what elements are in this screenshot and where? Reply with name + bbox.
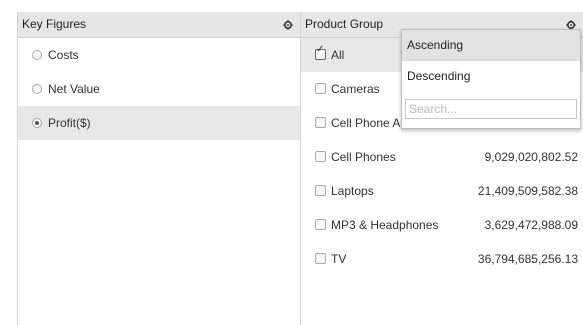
checkbox[interactable] bbox=[315, 83, 326, 94]
checkbox-checked[interactable] bbox=[315, 40, 326, 60]
checkbox[interactable] bbox=[315, 219, 326, 230]
checkbox[interactable] bbox=[315, 185, 326, 196]
checkbox[interactable] bbox=[315, 117, 326, 128]
product-item-tv[interactable]: TV 36,794,685,256.13 bbox=[301, 242, 583, 276]
radio-button[interactable] bbox=[32, 84, 42, 94]
key-figures-header: Key Figures bbox=[18, 12, 300, 38]
option-label: Profit($) bbox=[48, 116, 91, 130]
item-label: TV bbox=[331, 252, 347, 266]
product-item-mp3-headphones[interactable]: MP3 & Headphones 3,629,472,988.09 bbox=[301, 208, 583, 242]
search-input[interactable] bbox=[405, 99, 577, 119]
item-label: Cell Phones bbox=[331, 150, 396, 164]
item-label: Laptops bbox=[331, 184, 374, 198]
checkbox[interactable] bbox=[315, 253, 326, 264]
key-figures-title: Key Figures bbox=[22, 17, 87, 31]
checkbox[interactable] bbox=[315, 151, 326, 162]
item-value: 3,629,472,988.09 bbox=[484, 218, 578, 232]
sort-descending-option[interactable]: Descending bbox=[402, 60, 580, 91]
sort-ascending-option[interactable]: Ascending bbox=[402, 30, 580, 60]
option-label: Costs bbox=[48, 48, 79, 62]
key-figure-option-costs[interactable]: Costs bbox=[18, 38, 300, 72]
item-label: All bbox=[331, 48, 345, 62]
product-item-cell-phones[interactable]: Cell Phones 9,029,020,802.52 bbox=[301, 140, 583, 174]
option-label: Net Value bbox=[48, 82, 100, 96]
item-value: 36,794,685,256.13 bbox=[477, 252, 578, 266]
item-value: 21,409,509,582.38 bbox=[477, 184, 578, 198]
item-label: Cameras bbox=[331, 82, 380, 96]
item-label: Cell Phone Ac bbox=[331, 116, 407, 130]
sort-popup-menu: Ascending Descending bbox=[401, 29, 581, 129]
item-label: MP3 & Headphones bbox=[331, 218, 439, 232]
product-item-laptops[interactable]: Laptops 21,409,509,582.38 bbox=[301, 174, 583, 208]
radio-button-selected[interactable] bbox=[32, 118, 42, 128]
key-figure-option-net-value[interactable]: Net Value bbox=[18, 72, 300, 106]
gear-icon[interactable] bbox=[282, 12, 294, 37]
key-figures-panel: Key Figures Costs Net Value Profit($) bbox=[17, 12, 300, 325]
key-figure-option-profit[interactable]: Profit($) bbox=[18, 106, 300, 140]
radio-button[interactable] bbox=[32, 50, 42, 60]
product-group-title: Product Group bbox=[305, 17, 384, 31]
item-value: 9,029,020,802.52 bbox=[484, 150, 578, 164]
